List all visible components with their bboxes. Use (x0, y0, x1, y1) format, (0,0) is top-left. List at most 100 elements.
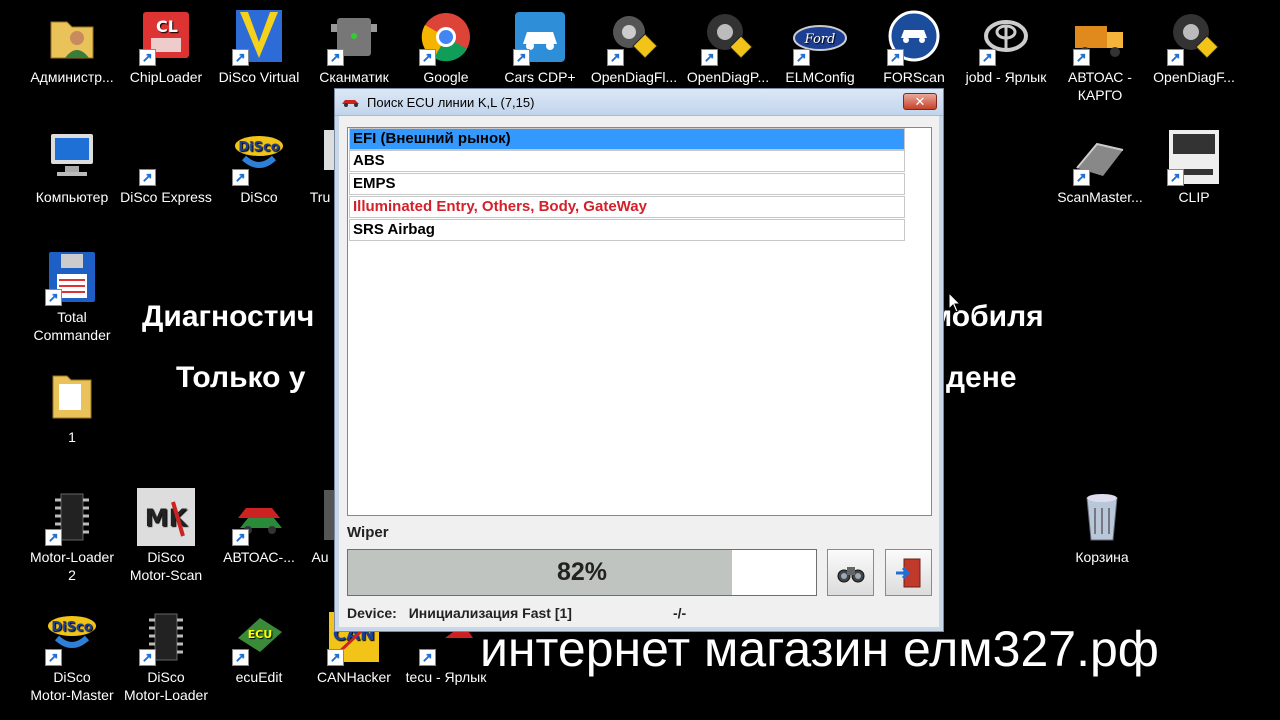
icon-label: Motor-Loader 2 (29, 549, 115, 583)
desktop-icon-computer[interactable]: Компьютер (24, 128, 120, 206)
shortcut-arrow-icon (139, 649, 156, 666)
desktop-icon-administrator[interactable]: Администр... (24, 8, 120, 86)
svg-text:CL: CL (156, 17, 178, 36)
desktop-icon-chiploader[interactable]: CL ChipLoader (118, 8, 214, 86)
shortcut-arrow-icon (513, 49, 530, 66)
icon-label: Google (423, 69, 469, 85)
car-app-icon (342, 100, 359, 107)
ecu-item-label: Illuminated Entry, Others, Body, GateWay (353, 198, 647, 215)
desktop: Администр... CL ChipLoader DiSco Virtual… (0, 0, 1280, 720)
opendiag-icon (1165, 8, 1223, 66)
computer-icon (43, 128, 101, 186)
shortcut-arrow-icon (327, 649, 344, 666)
desktop-icon-scanmaster[interactable]: ScanMaster... (1052, 128, 1148, 206)
desktop-icon-disco-express[interactable]: DiSco Express (118, 128, 214, 206)
icon-label: Сканматик (319, 69, 389, 85)
ecu-list-item[interactable]: ABS (349, 150, 905, 172)
icon-label: CANHacker (317, 669, 391, 685)
shortcut-arrow-icon (419, 649, 436, 666)
desktop-icon-disco-motor-loader[interactable]: DiSco Motor-Loader (118, 608, 214, 704)
svg-text:Ford: Ford (804, 32, 836, 47)
icon-label: CLIP (1178, 189, 1210, 205)
desktop-icon-opendiag-2[interactable]: OpenDiagP... (680, 8, 776, 86)
icon-label: OpenDiagF... (1153, 69, 1235, 85)
shortcut-arrow-icon (232, 49, 249, 66)
desktop-icon-disco-virtual[interactable]: DiSco Virtual (211, 8, 307, 86)
svg-text:DiSco: DiSco (51, 620, 92, 635)
ecu-item-label: EMPS (353, 175, 396, 192)
ecu-list[interactable]: EFI (Внешний рынок) ABS EMPS Illuminated… (347, 127, 932, 516)
shortcut-arrow-icon (232, 649, 249, 666)
desktop-icon-clip[interactable]: CLIP (1146, 128, 1242, 206)
scanmaster-icon (1071, 128, 1129, 186)
icon-label: Cars CDP+ (504, 69, 576, 85)
icon-label: Администр... (30, 69, 114, 85)
shortcut-arrow-icon (45, 289, 62, 306)
status-label: Device: (347, 605, 397, 621)
shortcut-arrow-icon (887, 49, 904, 66)
icon-label: 1 (68, 429, 76, 445)
ecu-icon: ECU (230, 608, 288, 666)
shortcut-arrow-icon (139, 169, 156, 186)
icon-label: Total Commander (33, 309, 111, 343)
clip-icon (1165, 128, 1223, 186)
binoculars-icon (837, 566, 864, 582)
desktop-icon-disco-motor-scan[interactable]: MK DiSco Motor-Scan (118, 488, 214, 584)
icon-label: OpenDiagP... (686, 69, 770, 85)
shortcut-arrow-icon (979, 49, 996, 66)
dialog-title: Поиск ECU линии K,L (7,15) (367, 94, 535, 110)
exit-button[interactable] (885, 549, 932, 596)
ecu-list-item[interactable]: EMPS (349, 173, 905, 195)
desktop-icon-forscan[interactable]: FORScan (866, 8, 962, 86)
icon-label: ELMConfig (785, 69, 855, 85)
promo-line-2-right: дене (946, 361, 1017, 394)
ecu-list-item[interactable]: Illuminated Entry, Others, Body, GateWay (349, 196, 905, 218)
ecu-item-label: EFI (Внешний рынок) (353, 130, 511, 147)
scanmatik-icon (325, 8, 383, 66)
desktop-icon-disco[interactable]: DiSco DiSco (211, 128, 307, 206)
desktop-icon-ecuedit[interactable]: ECU ecuEdit (211, 608, 307, 686)
shortcut-arrow-icon (1167, 169, 1184, 186)
desktop-icon-scanmatik[interactable]: Сканматик (306, 8, 402, 86)
dialog-titlebar[interactable]: Поиск ECU линии K,L (7,15) ✕ (335, 89, 943, 116)
icon-label: FORScan (883, 69, 945, 85)
desktop-icon-cars-cdp[interactable]: Cars CDP+ (492, 8, 588, 86)
desktop-icon-opendiag-3[interactable]: OpenDiagF... (1146, 8, 1242, 86)
icon-label: АВТОАС - КАРГО (1068, 69, 1132, 103)
shortcut-arrow-icon (1167, 49, 1184, 66)
icon-label: ScanMaster... (1057, 189, 1143, 205)
desktop-icon-elmconfig[interactable]: Ford ELMConfig (772, 8, 868, 86)
desktop-icon-motor-loader-2[interactable]: Motor-Loader 2 (24, 488, 120, 584)
opendiag-icon (605, 8, 663, 66)
desktop-icon-avtoas-cargo[interactable]: АВТОАС - КАРГО (1052, 8, 1148, 104)
ecu-list-item[interactable]: SRS Airbag (349, 219, 905, 241)
progress-percent: 82% (556, 558, 608, 586)
shortcut-arrow-icon (701, 49, 718, 66)
desktop-icon-jobd[interactable]: jobd - Ярлык (958, 8, 1054, 86)
shortcut-arrow-icon (607, 49, 624, 66)
desktop-icon-recycle-bin[interactable]: Корзина (1054, 488, 1150, 566)
desktop-icon-opendiag-1[interactable]: OpenDiagFl... (586, 8, 682, 86)
desktop-icon-total-commander[interactable]: Total Commander (24, 248, 120, 344)
icon-label: Компьютер (35, 189, 109, 205)
close-button[interactable]: ✕ (903, 93, 937, 110)
scan-progress-bar: 82% (347, 549, 817, 596)
status-bar: Device: Инициализация Fast [1] -/- (347, 605, 686, 621)
disco-icon: DiSco (230, 128, 288, 186)
disco-express-icon (137, 128, 195, 186)
search-button[interactable] (827, 549, 874, 596)
desktop-icon-folder-1[interactable]: 1 (24, 368, 120, 446)
icon-label: ChipLoader (129, 69, 203, 85)
mouse-cursor-icon (948, 292, 962, 313)
current-module-label: Wiper (347, 524, 389, 541)
desktop-icon-google[interactable]: Google (398, 8, 494, 86)
ecu-list-item[interactable]: EFI (Внешний рынок) (349, 128, 905, 150)
floppy-icon (43, 248, 101, 306)
shop-banner: интернет магазин елм327.рф (480, 621, 1159, 677)
chip-icon (137, 608, 195, 666)
icon-label: jobd - Ярлык (965, 69, 1047, 85)
forscan-icon (885, 8, 943, 66)
desktop-icon-avtoas[interactable]: АВТОАС-... (211, 488, 307, 566)
desktop-icon-disco-motor-master[interactable]: DiSco DiSco Motor-Master (24, 608, 120, 704)
shortcut-arrow-icon (1073, 49, 1090, 66)
